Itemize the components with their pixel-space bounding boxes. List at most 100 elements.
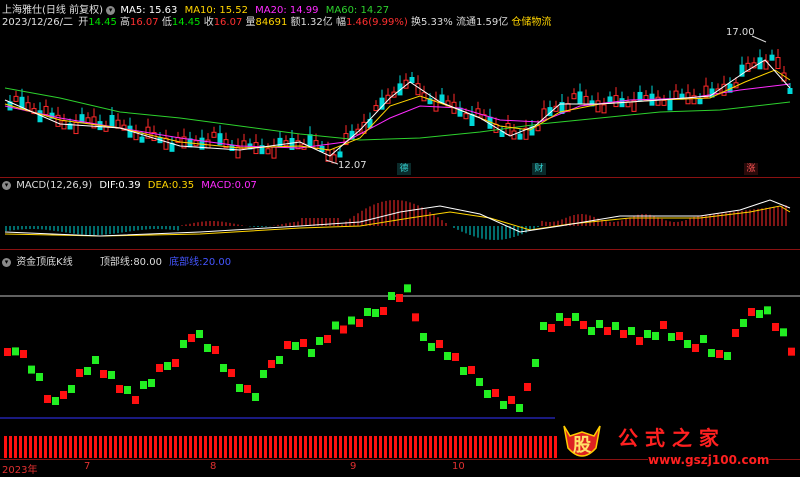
close-label: 收 — [203, 17, 214, 28]
high-value: 16.07 — [130, 17, 159, 28]
signal-bar — [314, 436, 317, 458]
macd-panel — [4, 199, 791, 240]
signal-bar — [294, 436, 297, 458]
signal-bar — [364, 436, 367, 458]
period-low-mark: 12.07 — [338, 160, 367, 171]
indicator-bar — [196, 330, 203, 338]
indicator-bar — [244, 385, 251, 393]
indicator-bar — [108, 371, 115, 379]
stock-chart[interactable] — [0, 0, 800, 474]
signal-bar — [494, 436, 497, 458]
signal-bar — [64, 436, 67, 458]
indicator-bar — [628, 327, 635, 335]
event-marker-de[interactable]: 德 — [397, 163, 411, 175]
dea-label: DEA: — [147, 180, 172, 191]
indicator-bar — [308, 349, 315, 357]
candle-body — [607, 96, 613, 103]
indicator-bar — [468, 366, 475, 374]
indicator-header: ▾ 资金顶底K线 顶部线:80.00 底部线:20.00 — [2, 253, 231, 268]
low-label: 低 — [161, 17, 172, 28]
signal-bar — [319, 436, 322, 458]
signal-bar — [179, 436, 182, 458]
indicator-bar — [188, 334, 195, 342]
signal-bar — [484, 436, 487, 458]
signal-bar — [69, 436, 72, 458]
signal-bar — [199, 436, 202, 458]
indicator-bar — [284, 341, 291, 349]
indicator-bar — [516, 404, 523, 412]
indicator-bar — [532, 359, 539, 367]
signal-bar — [514, 436, 517, 458]
concept-tag[interactable]: 仓储物流 — [511, 17, 551, 28]
signal-bar — [429, 436, 432, 458]
signal-bar — [409, 436, 412, 458]
indicator-bar — [36, 373, 43, 381]
indicator-bar — [484, 390, 491, 398]
signal-bar — [224, 436, 227, 458]
indicator-bar — [204, 344, 211, 352]
signal-bar — [209, 436, 212, 458]
indicator-bar — [12, 347, 19, 356]
axis-month-8: 8 — [210, 461, 217, 472]
indicator-bar — [316, 337, 323, 345]
indicator-bar — [460, 367, 467, 375]
indicator-bar — [300, 339, 307, 347]
indicator-bar — [548, 324, 555, 332]
turnover-value: 5.33% — [421, 17, 453, 28]
indicator-bar — [572, 313, 579, 321]
indicator-bar — [740, 319, 747, 327]
signal-bar — [54, 436, 57, 458]
signal-bar — [519, 436, 522, 458]
signal-bar — [384, 436, 387, 458]
indicator-bar — [356, 319, 363, 327]
indicator-bar — [684, 340, 691, 348]
signal-bar — [259, 436, 262, 458]
signal-bar — [139, 436, 142, 458]
macd-settings-icon[interactable]: ▾ — [2, 180, 11, 190]
signal-bar — [529, 436, 532, 458]
indicator-bar — [692, 344, 699, 352]
candle-body — [787, 88, 793, 94]
candle-body — [667, 98, 673, 111]
indicator-bar — [348, 316, 355, 325]
indicator-bar — [140, 381, 147, 389]
indicator-bar — [372, 309, 379, 317]
signal-bar — [304, 436, 307, 458]
open-value: 14.45 — [88, 17, 117, 28]
signal-bar — [544, 436, 547, 458]
indicator-bar — [676, 332, 683, 340]
volume-value: 84691 — [255, 17, 288, 28]
indicator-title[interactable]: 资金顶底K线 — [16, 257, 73, 268]
macd-title[interactable]: MACD(12,26,9) — [16, 180, 92, 191]
candle-body — [73, 122, 79, 135]
indicator-bar — [20, 350, 27, 358]
event-marker-cai[interactable]: 财 — [532, 163, 546, 175]
candle-body — [595, 100, 601, 113]
indicator-bar — [436, 340, 443, 348]
period-high-mark: 17.00 — [726, 27, 755, 38]
event-marker-zhang[interactable]: 涨 — [744, 163, 758, 175]
candle-body — [505, 123, 511, 135]
indicator-bar — [644, 330, 651, 338]
candle-body — [313, 140, 319, 150]
indicator-bar — [276, 356, 283, 364]
amount-label: 额 — [290, 17, 301, 28]
indicator-bar — [660, 321, 667, 329]
signal-bar — [334, 436, 337, 458]
signal-bar — [454, 436, 457, 458]
signal-bar — [299, 436, 302, 458]
indicator-bar — [420, 333, 427, 341]
signal-bar — [404, 436, 407, 458]
price-panel — [4, 35, 793, 165]
signal-bar — [434, 436, 437, 458]
signal-bar — [59, 436, 62, 458]
indicator-bar — [724, 352, 731, 360]
signal-bar — [394, 436, 397, 458]
signal-bar — [214, 436, 217, 458]
signal-bar — [184, 436, 187, 458]
candle-body — [661, 99, 667, 106]
ma60-line — [4, 87, 791, 141]
macd-value: 0.07 — [234, 180, 257, 191]
float-label: 流通 — [455, 17, 476, 28]
indicator-settings-icon[interactable]: ▾ — [2, 257, 11, 267]
